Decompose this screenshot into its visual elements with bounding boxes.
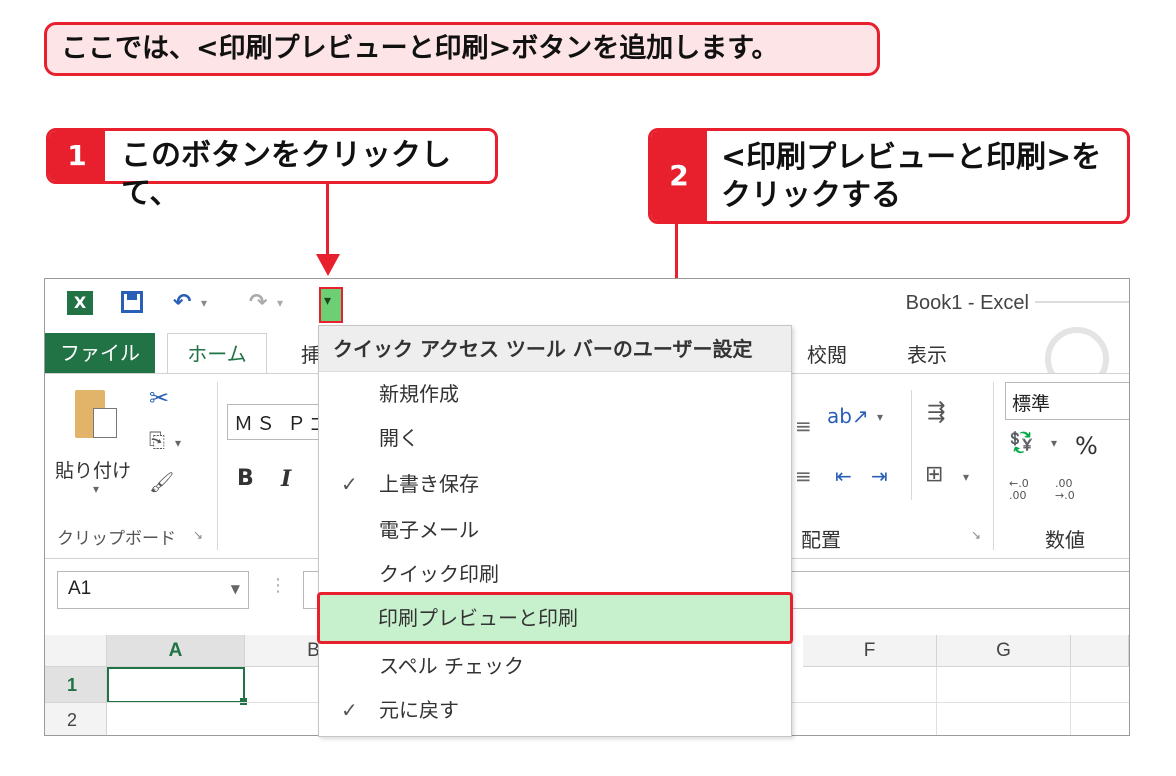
paste-icon[interactable] (75, 390, 117, 438)
increase-decimal-button[interactable]: ←.0 .00 (1009, 478, 1039, 502)
column-header-a[interactable]: A (107, 635, 245, 667)
undo-dropdown-icon[interactable]: ▾ (201, 279, 207, 327)
excel-app-icon: X (67, 291, 93, 315)
grid-line-col-g (1070, 667, 1071, 735)
row-header-1[interactable]: 1 (45, 667, 107, 703)
copy-icon[interactable]: ⎘ (149, 428, 165, 452)
group-separator-2 (993, 382, 994, 550)
window-title: Book1 - Excel (905, 292, 1029, 314)
menu-item-label: スペル チェック (379, 654, 524, 678)
copy-dropdown-icon[interactable]: ▾ (175, 436, 181, 450)
menu-item-label: 元に戻す (379, 698, 459, 722)
step1-text: このボタンをクリックして、 (121, 138, 451, 211)
menu-item-label: クイック印刷 (379, 562, 499, 586)
align-separator (911, 390, 912, 500)
tab-review[interactable]: 校閲 (807, 337, 847, 373)
name-box[interactable]: A1 ▼ (57, 571, 249, 609)
name-box-dropdown-icon[interactable]: ▼ (231, 582, 240, 596)
dialog-launcher-icon[interactable]: ↘ (193, 528, 203, 542)
menu-item-label: 新規作成 (379, 382, 459, 406)
menu-item-undo[interactable]: ✓ 元に戻す (319, 688, 791, 732)
cut-icon[interactable]: ✂ (149, 384, 169, 412)
step1-number: 1 (49, 131, 105, 181)
step2-number: 2 (651, 131, 707, 221)
step1-arrow-line (326, 184, 329, 256)
increase-indent-icon[interactable]: ⇥ (871, 464, 888, 488)
step2-callout: 2 <印刷プレビューと印刷>を クリックする (648, 128, 1130, 224)
tab-view[interactable]: 表示 (907, 337, 947, 373)
quick-access-toolbar: X ↶ ▾ ↷ ▾ ▾ Book1 - Excel (45, 279, 1129, 327)
column-header-h[interactable] (1071, 635, 1129, 667)
currency-dropdown-icon[interactable]: ▾ (1051, 436, 1057, 450)
row-header-2[interactable]: 2 (45, 703, 107, 735)
number-format-box[interactable]: 標準 (1005, 382, 1129, 420)
check-icon: ✓ (341, 698, 358, 722)
currency-icon[interactable]: 💱 (1009, 430, 1034, 454)
menu-item-open[interactable]: 開く (319, 416, 791, 460)
undo-icon[interactable]: ↶ (173, 279, 191, 327)
number-group-label: 数値 (1045, 528, 1085, 552)
menu-item-print-preview[interactable]: 印刷プレビューと印刷 (317, 592, 793, 644)
customize-qat-menu: クイック アクセス ツール バーのユーザー設定 新規作成 開く ✓ 上書き保存 … (317, 325, 793, 737)
orientation-icon[interactable]: ab↗ (827, 404, 869, 428)
title-decoration-line (1035, 301, 1129, 303)
step2-line2: クリックする (721, 178, 901, 213)
step1-arrow-head (316, 254, 340, 276)
menu-item-new[interactable]: 新規作成 (319, 372, 791, 416)
paste-button[interactable]: 貼り付け (55, 456, 131, 483)
number-format-value: 標準 (1012, 393, 1051, 415)
group-separator (217, 382, 218, 550)
customize-qat-button[interactable]: ▾ (319, 287, 343, 323)
clipboard-group-label: クリップボード (57, 529, 176, 549)
select-all-corner[interactable] (45, 635, 107, 667)
orientation-dropdown-icon[interactable]: ▾ (877, 410, 883, 424)
column-header-g[interactable]: G (937, 635, 1071, 667)
active-cell-a1[interactable] (107, 667, 245, 703)
column-header-f[interactable]: F (803, 635, 937, 667)
check-icon: ✓ (341, 472, 358, 496)
merge-dropdown-icon[interactable]: ▾ (963, 470, 969, 484)
formula-bar-grip-icon: ⋮ (269, 575, 287, 596)
menu-item-label: 印刷プレビューと印刷 (378, 606, 578, 630)
italic-button[interactable]: I (281, 466, 291, 492)
bold-button[interactable]: B (237, 466, 254, 491)
step2-text: <印刷プレビューと印刷>を クリックする (721, 139, 1101, 215)
percent-button[interactable]: % (1075, 432, 1098, 460)
tab-home[interactable]: ホーム (167, 333, 267, 375)
chevron-down-icon: ▾ (324, 293, 332, 309)
align-lines-icon[interactable]: ≡ (795, 414, 812, 438)
tab-file[interactable]: ファイル (45, 333, 155, 373)
merge-icon[interactable]: ⊞ (925, 462, 943, 487)
step2-line1: <印刷プレビューと印刷>を (721, 140, 1102, 175)
menu-item-email[interactable]: 電子メール (319, 508, 791, 552)
name-box-value: A1 (68, 578, 92, 599)
redo-dropdown-icon[interactable]: ▾ (277, 279, 283, 327)
instruction-note: ここでは、<印刷プレビューと印刷>ボタンを追加します。 (44, 22, 880, 76)
align-left-icon[interactable]: ≡ (795, 464, 812, 488)
step1-callout: 1 このボタンをクリックして、 (46, 128, 498, 211)
paste-dropdown-icon[interactable]: ▾ (93, 482, 99, 496)
menu-item-label: 上書き保存 (379, 472, 479, 496)
grid-line-col-f (936, 667, 937, 735)
redo-icon[interactable]: ↷ (249, 279, 267, 327)
menu-item-label: 電子メール (379, 518, 479, 542)
format-painter-icon[interactable]: 🖌 (149, 470, 174, 494)
menu-item-quick-print[interactable]: クイック印刷 (319, 552, 791, 596)
decrease-decimal-button[interactable]: .00 →.0 (1055, 478, 1085, 502)
menu-item-save[interactable]: ✓ 上書き保存 (319, 462, 791, 506)
menu-header: クイック アクセス ツール バーのユーザー設定 (319, 326, 791, 372)
menu-item-spell-check[interactable]: スペル チェック (319, 644, 791, 688)
alignment-group-label: 配置 (801, 528, 841, 552)
font-name-value: ＭＳ Ｐゴ (234, 413, 332, 435)
wrap-text-icon[interactable]: ⇶ (927, 400, 945, 425)
menu-item-label: 開く (379, 426, 419, 450)
save-icon[interactable] (121, 291, 143, 313)
decrease-indent-icon[interactable]: ⇤ (835, 464, 852, 488)
alignment-dialog-launcher-icon[interactable]: ↘ (971, 528, 981, 542)
